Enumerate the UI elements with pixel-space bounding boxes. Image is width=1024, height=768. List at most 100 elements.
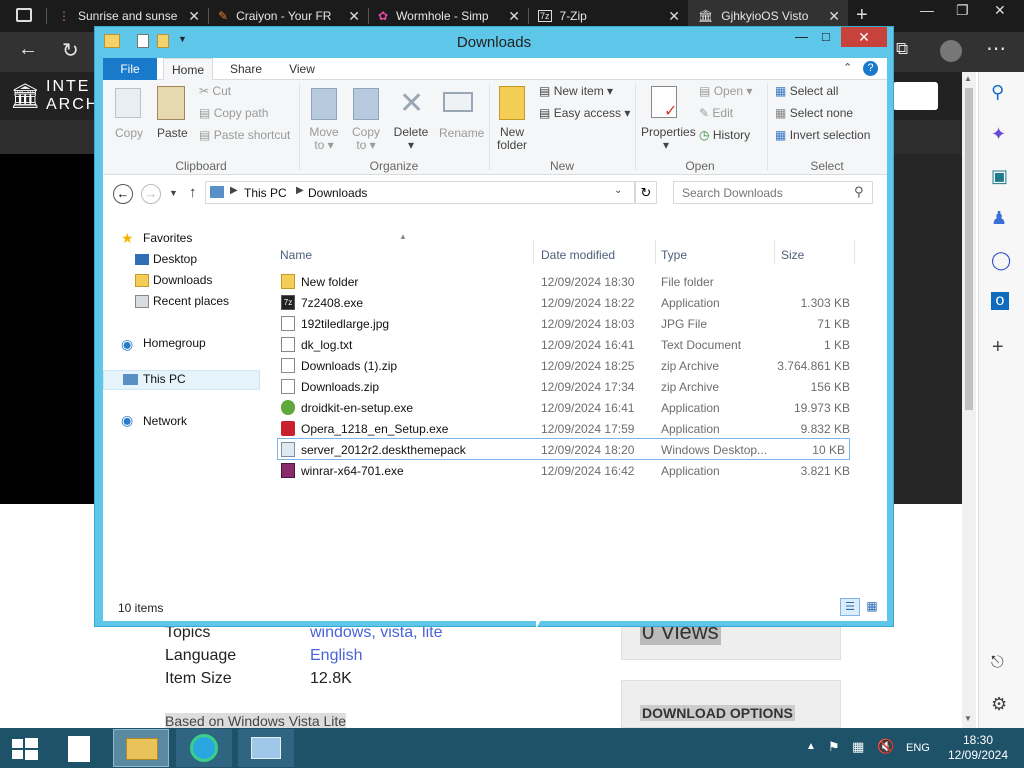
close-tab-icon[interactable]: ✕ bbox=[668, 8, 680, 25]
rename-button[interactable]: Rename bbox=[439, 126, 484, 140]
tab-share[interactable]: Share bbox=[221, 58, 271, 80]
select-all-button[interactable]: ▦ Select all bbox=[775, 84, 838, 98]
column-name[interactable]: Name bbox=[280, 248, 312, 262]
edge-taskbar-icon[interactable] bbox=[176, 729, 232, 767]
blank-document-taskbar-icon[interactable] bbox=[68, 736, 90, 762]
delete-button[interactable]: Delete ▾ bbox=[393, 126, 429, 152]
paste-shortcut-button[interactable]: ▤ Paste shortcut bbox=[199, 128, 290, 142]
delete-icon[interactable]: ✕ bbox=[399, 86, 424, 121]
large-icons-view-icon[interactable]: ▦ bbox=[863, 598, 881, 616]
minimize-icon[interactable]: — bbox=[920, 2, 934, 18]
add-sidebar-icon[interactable]: + bbox=[992, 336, 1004, 359]
start-button[interactable] bbox=[12, 738, 38, 760]
open-button[interactable]: ▤ Open ▾ bbox=[699, 84, 752, 98]
close-tab-icon[interactable]: ✕ bbox=[188, 8, 200, 25]
sidebar-settings-icon[interactable]: ⚙ bbox=[991, 694, 1007, 715]
tab-view[interactable]: View bbox=[277, 58, 327, 80]
copy-to-icon[interactable] bbox=[353, 88, 379, 120]
search-icon[interactable]: ⚲ bbox=[854, 184, 864, 200]
collections-icon[interactable]: ⧉ bbox=[896, 39, 908, 59]
file-row[interactable]: winrar-x64-701.exe 12/09/2024 16:42 Appl… bbox=[278, 460, 854, 481]
rename-icon[interactable] bbox=[443, 92, 473, 112]
address-history-icon[interactable]: ⌄ bbox=[614, 185, 622, 196]
select-none-button[interactable]: ▦ Select none bbox=[775, 106, 853, 120]
details-view-icon[interactable]: ☰ bbox=[840, 598, 860, 616]
file-explorer-taskbar-icon[interactable] bbox=[113, 729, 169, 767]
minimize-icon[interactable]: — bbox=[795, 29, 808, 44]
copilot-icon[interactable]: ✦ bbox=[991, 124, 1006, 145]
back-nav-icon[interactable]: ← bbox=[113, 184, 133, 204]
action-center-icon[interactable]: ⚑ bbox=[828, 739, 840, 755]
tab-actions-icon[interactable] bbox=[16, 8, 32, 22]
close-tab-icon[interactable]: ✕ bbox=[508, 8, 520, 25]
file-row[interactable]: New folder 12/09/2024 18:30 File folder bbox=[278, 271, 854, 292]
volume-icon[interactable]: 🔇 bbox=[877, 738, 894, 755]
copy-path-button[interactable]: ▤ Copy path bbox=[199, 106, 268, 120]
maximize-icon[interactable]: □ bbox=[822, 29, 830, 44]
forward-nav-icon[interactable]: → bbox=[141, 184, 161, 204]
refresh-folder-icon[interactable]: ↻ bbox=[635, 181, 657, 204]
copy-button[interactable]: Copy bbox=[115, 126, 143, 140]
close-icon[interactable]: ✕ bbox=[994, 2, 1006, 19]
file-row[interactable]: 192tiledlarge.jpg 12/09/2024 18:03 JPG F… bbox=[278, 313, 854, 334]
language-value[interactable]: English bbox=[310, 647, 362, 665]
address-bar[interactable]: ▶ This PC ▶ Downloads ⌄ bbox=[205, 181, 635, 204]
refresh-icon[interactable]: ↻ bbox=[62, 38, 79, 63]
copy-to-button[interactable]: Copy to ▾ bbox=[351, 126, 381, 152]
properties-button[interactable]: Properties ▾ bbox=[641, 126, 696, 152]
outlook-icon[interactable]: o bbox=[991, 292, 1009, 310]
close-window-button[interactable]: ✕ bbox=[841, 27, 887, 47]
column-date-modified[interactable]: Date modified bbox=[541, 248, 615, 262]
new-folder-button[interactable]: New folder bbox=[495, 126, 529, 152]
nav-homegroup[interactable]: Homegroup bbox=[143, 336, 206, 350]
tab-file[interactable]: File bbox=[103, 58, 157, 80]
archive-logo-icon[interactable]: 🏛 bbox=[10, 82, 40, 111]
edit-button[interactable]: ✎ Edit bbox=[699, 106, 733, 120]
title-bar[interactable]: ▼ Downloads — □ ✕ bbox=[95, 27, 893, 57]
control-panel-taskbar-icon[interactable] bbox=[238, 729, 294, 767]
file-row[interactable]: 7z 7z2408.exe 12/09/2024 18:22 Applicati… bbox=[278, 292, 854, 313]
easy-access-button[interactable]: ▤ Easy access ▾ bbox=[539, 106, 630, 120]
language-indicator[interactable]: ENG bbox=[906, 742, 930, 754]
history-button[interactable]: ◷ History bbox=[699, 128, 750, 142]
restore-icon[interactable]: ❐ bbox=[956, 2, 969, 19]
help-icon[interactable]: ? bbox=[863, 61, 878, 76]
page-scrollbar-thumb[interactable] bbox=[965, 88, 973, 410]
file-row[interactable]: dk_log.txt 12/09/2024 16:41 Text Documen… bbox=[278, 334, 854, 355]
file-row[interactable]: Downloads.zip 12/09/2024 17:34 zip Archi… bbox=[278, 376, 854, 397]
site-logo-text[interactable]: INTE ARCH bbox=[46, 78, 99, 114]
games-icon[interactable]: ♟ bbox=[991, 208, 1007, 229]
search-box[interactable]: Search Downloads ⚲ bbox=[673, 181, 873, 204]
sidebar-search-icon[interactable]: ⚲ bbox=[991, 82, 1004, 103]
scroll-down-icon[interactable]: ▼ bbox=[964, 714, 972, 723]
nav-favorites[interactable]: Favorites bbox=[143, 231, 192, 245]
scroll-up-icon[interactable]: ▲ bbox=[964, 74, 972, 83]
nav-this-pc[interactable]: This PC bbox=[143, 372, 186, 386]
collapse-ribbon-icon[interactable]: ⌃ bbox=[843, 61, 852, 74]
recent-locations-icon[interactable]: ▼ bbox=[169, 188, 178, 198]
new-item-button[interactable]: ▤ New item ▾ bbox=[539, 84, 613, 98]
move-to-button[interactable]: Move to ▾ bbox=[309, 126, 339, 152]
move-to-icon[interactable] bbox=[311, 88, 337, 120]
tools-icon[interactable]: ▣ bbox=[991, 166, 1008, 187]
invert-selection-button[interactable]: ▦ Invert selection bbox=[775, 128, 870, 142]
properties-icon[interactable]: ✓ bbox=[651, 86, 677, 120]
paste-button[interactable]: Paste bbox=[157, 126, 188, 140]
network-icon[interactable]: ▦ bbox=[852, 739, 864, 755]
file-row[interactable]: Downloads (1).zip 12/09/2024 18:25 zip A… bbox=[278, 355, 854, 376]
nav-network[interactable]: Network bbox=[143, 414, 187, 428]
tab-home[interactable]: Home bbox=[163, 58, 213, 81]
back-icon[interactable]: ← bbox=[18, 38, 38, 61]
up-level-icon[interactable]: ↑ bbox=[189, 184, 197, 201]
menu-icon[interactable]: ⋯ bbox=[986, 36, 1006, 61]
sidebar-collapse-icon[interactable]: ⎋ bbox=[991, 654, 1004, 672]
breadcrumb-this-pc[interactable]: This PC bbox=[244, 186, 287, 200]
column-type[interactable]: Type bbox=[661, 248, 687, 262]
nav-desktop[interactable]: Desktop bbox=[153, 252, 197, 266]
file-row-selected[interactable]: server_2012r2.deskthemepack 12/09/2024 1… bbox=[277, 438, 850, 460]
file-row[interactable]: Opera_1218_en_Setup.exe 12/09/2024 17:59… bbox=[278, 418, 854, 439]
file-row[interactable]: droidkit-en-setup.exe 12/09/2024 16:41 A… bbox=[278, 397, 854, 418]
breadcrumb-downloads[interactable]: Downloads bbox=[308, 186, 367, 200]
copilot-app-icon[interactable]: ◯ bbox=[991, 250, 1011, 271]
clock[interactable]: 18:30 12/09/2024 bbox=[940, 733, 1016, 763]
